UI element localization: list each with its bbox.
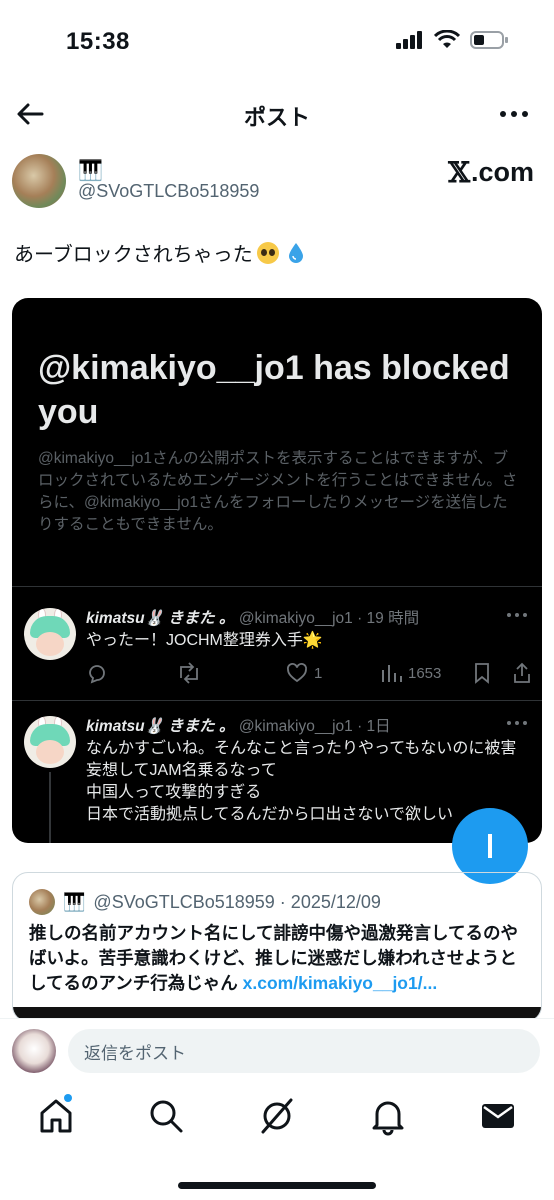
views-action: 1653	[380, 662, 441, 684]
author-display-name[interactable]: 🎹	[78, 158, 103, 183]
quoted-author-name: 🎹	[63, 891, 86, 912]
author-avatar[interactable]	[12, 154, 66, 208]
post-text-content: あーブロックされちゃった	[14, 244, 253, 266]
reply-bar: 返信をポスト	[0, 1018, 554, 1082]
reply-input[interactable]: 返信をポスト	[68, 1029, 540, 1073]
tweet-actions: 1 1653	[86, 662, 531, 686]
more-options-icon	[507, 721, 527, 725]
quoted-author-handle: @SVoGTLCBo518959 · 2025/12/09	[93, 891, 381, 912]
reply-action	[86, 662, 108, 684]
cellular-signal-icon	[396, 31, 422, 49]
battery-icon	[470, 31, 508, 49]
source-label: 𝕏 .com	[448, 156, 534, 189]
bookmark-icon	[475, 663, 489, 684]
blocked-description: @kimakiyo__jo1さんの公開ポストを表示することはできますが、ブロック…	[38, 450, 518, 533]
share-action	[512, 662, 532, 684]
tweet-meta: @kimakiyo__jo1 · 19 時間	[238, 610, 420, 627]
tweet-body: やったー！JOCHM整理券入手🌟	[86, 632, 323, 649]
tweet-body-line: 中国人って攻撃的すぎる	[86, 784, 262, 801]
share-icon	[514, 662, 530, 683]
thread-line	[49, 772, 51, 843]
page-title: ポスト	[243, 105, 310, 130]
status-bar: 15:38	[0, 0, 554, 80]
views-chart-icon	[382, 665, 402, 682]
search-icon[interactable]	[146, 1096, 186, 1136]
like-action: 1	[286, 662, 322, 684]
embedded-screenshot[interactable]: @kimakiyo__jo1 has blocked you @kimakiyo…	[12, 298, 542, 843]
status-time: 15:38	[66, 28, 130, 55]
post-text: あーブロックされちゃった	[14, 238, 305, 267]
quoted-post-text: 推しの名前アカウント名にして誹謗中傷や過激発言してるのやばいよ。苦手意識わくけど…	[29, 921, 529, 996]
tweet-author-name: kimatsu🐰 きまた 。	[86, 718, 235, 735]
reply-icon	[89, 665, 105, 684]
status-icons	[396, 30, 510, 50]
quoted-post[interactable]: 🎹 @SVoGTLCBo518959 · 2025/12/09 推しの名前アカウ…	[12, 872, 542, 1022]
quoted-post-header: 🎹 @SVoGTLCBo518959 · 2025/12/09	[29, 889, 381, 915]
tweet-avatar	[24, 608, 76, 660]
tweet-body-line: なんかすごいね。そんなこと言ったりやってもないのに被害妄想してJAM名乗るなって	[86, 740, 517, 779]
quoted-author-avatar	[29, 889, 55, 915]
tweet-header: kimatsu🐰 きまた 。 @kimakiyo__jo1 · 19 時間	[86, 606, 419, 628]
divider	[12, 586, 542, 587]
user-avatar[interactable]	[12, 1029, 56, 1073]
wifi-icon	[434, 30, 460, 48]
top-nav: ポスト	[0, 92, 554, 136]
post-author: 🎹 @SVoGTLCBo518959 𝕏 .com	[12, 152, 542, 212]
grok-icon[interactable]	[257, 1096, 297, 1136]
view-count: 1653	[408, 664, 442, 682]
pleading-face-icon	[256, 241, 279, 264]
like-count: 1	[314, 664, 323, 682]
messages-icon[interactable]	[478, 1096, 518, 1136]
heart-icon	[287, 663, 307, 683]
droplet-icon	[288, 242, 303, 263]
tweet-header: kimatsu🐰 きまた 。 @kimakiyo__jo1 · 1日	[86, 714, 391, 736]
repost-icon	[180, 662, 198, 684]
notifications-icon[interactable]	[368, 1096, 408, 1136]
divider	[12, 700, 542, 701]
repost-action	[176, 662, 202, 684]
home-notification-dot	[64, 1094, 72, 1102]
tweet-meta: @kimakiyo__jo1 · 1日	[238, 718, 391, 735]
more-options-icon	[507, 613, 527, 617]
tweet-body: なんかすごいね。そんなこと言ったりやってもないのに被害妄想してJAM名乗るなって…	[86, 738, 526, 826]
bookmark-action	[472, 662, 492, 684]
tweet-author-name: kimatsu🐰 きまた 。	[86, 610, 235, 627]
x-logo-icon: 𝕏	[448, 156, 470, 189]
source-label-text: .com	[470, 157, 534, 187]
blocked-title: @kimakiyo__jo1 has blocked you	[38, 349, 510, 431]
embedded-tweet: kimatsu🐰 きまた 。 @kimakiyo__jo1 · 19 時間 やっ…	[12, 604, 542, 704]
quoted-post-link[interactable]: x.com/kimakiyo__jo1/...	[243, 973, 438, 993]
tweet-avatar	[24, 716, 76, 768]
author-handle[interactable]: @SVoGTLCBo518959	[78, 181, 259, 202]
more-options-icon[interactable]	[498, 102, 530, 126]
home-icon[interactable]	[36, 1096, 76, 1136]
home-indicator	[178, 1182, 376, 1189]
